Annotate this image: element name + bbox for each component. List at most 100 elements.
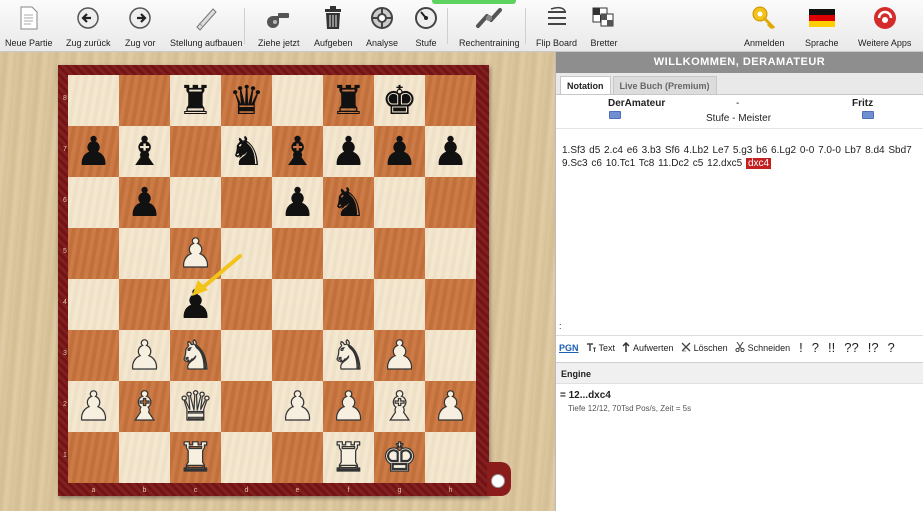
text-button[interactable]: Text: [586, 342, 615, 354]
white-pawn-icon[interactable]: ♟: [381, 335, 418, 376]
square-g3[interactable]: ♟: [374, 330, 425, 381]
move-forward-button[interactable]: Zug vor: [125, 4, 156, 50]
square-b8[interactable]: [119, 75, 170, 126]
square-f2[interactable]: ♟: [323, 381, 374, 432]
square-b4[interactable]: [119, 279, 170, 330]
white-bishop-icon[interactable]: ♝: [381, 386, 418, 427]
square-f6[interactable]: ♞: [323, 177, 374, 228]
square-g6[interactable]: [374, 177, 425, 228]
square-b1[interactable]: [119, 432, 170, 483]
black-rook-icon[interactable]: ♜: [178, 81, 214, 121]
square-d1[interactable]: [221, 432, 272, 483]
square-d2[interactable]: [221, 381, 272, 432]
square-h7[interactable]: ♟: [425, 126, 476, 177]
black-pawn-icon[interactable]: ♟: [433, 132, 469, 172]
square-b5[interactable]: [119, 228, 170, 279]
black-pawn-icon[interactable]: ♟: [382, 132, 418, 172]
move-text[interactable]: 1.Sf3 d5 2.c4 e6 3.b3 Sf6 4.Lb2 Le7 5.g3…: [562, 145, 912, 169]
square-a1[interactable]: [68, 432, 119, 483]
black-pawn-icon[interactable]: ♟: [127, 183, 163, 223]
flip-board-button[interactable]: Flip Board: [536, 4, 577, 50]
chess-board[interactable]: ♜ ♛ ♜ ♚ ♟ ♝ ♞ ♝ ♟ ♟ ♟ ♟ ♟ ♞ ♟ ♟ ♟ ♞ ♞ ♟ ♟ ♝ ♛ ♟ ♟ ♝ ♟ ♜ ♜ ♚: [68, 75, 476, 483]
annotate-interesting[interactable]: !?: [868, 340, 879, 355]
white-pawn-icon[interactable]: ♟: [432, 386, 469, 427]
square-a6[interactable]: [68, 177, 119, 228]
login-button[interactable]: Anmelden: [744, 4, 785, 50]
more-apps-button[interactable]: Weitere Apps: [858, 4, 911, 50]
square-c7[interactable]: [170, 126, 221, 177]
black-pawn-icon[interactable]: ♟: [280, 183, 316, 223]
white-pawn-icon[interactable]: ♟: [330, 386, 367, 427]
annotate-good[interactable]: !: [799, 340, 803, 355]
white-knight-icon[interactable]: ♞: [330, 335, 367, 376]
square-h8[interactable]: [425, 75, 476, 126]
square-a3[interactable]: [68, 330, 119, 381]
square-g1[interactable]: ♚: [374, 432, 425, 483]
level-button[interactable]: Stufe: [412, 4, 440, 50]
square-b7[interactable]: ♝: [119, 126, 170, 177]
square-a2[interactable]: ♟: [68, 381, 119, 432]
square-c8[interactable]: ♜: [170, 75, 221, 126]
square-e8[interactable]: [272, 75, 323, 126]
tab-live-book[interactable]: Live Buch (Premium): [612, 76, 717, 94]
square-f8[interactable]: ♜: [323, 75, 374, 126]
move-now-button[interactable]: Ziehe jetzt: [258, 4, 300, 50]
annotate-blunder[interactable]: ??: [844, 340, 858, 355]
square-a4[interactable]: [68, 279, 119, 330]
square-c2[interactable]: ♛: [170, 381, 221, 432]
square-h6[interactable]: [425, 177, 476, 228]
white-pawn-icon[interactable]: ♟: [75, 386, 112, 427]
white-queen-icon[interactable]: ♛: [177, 386, 214, 427]
black-king-icon[interactable]: ♚: [382, 81, 418, 121]
move-back-button[interactable]: Zug zurück: [66, 4, 111, 50]
black-bishop-icon[interactable]: ♝: [127, 132, 163, 172]
black-pawn-icon[interactable]: ♟: [331, 132, 367, 172]
square-b3[interactable]: ♟: [119, 330, 170, 381]
black-knight-icon[interactable]: ♞: [331, 183, 367, 223]
square-d7[interactable]: ♞: [221, 126, 272, 177]
black-rook-icon[interactable]: ♜: [331, 81, 367, 121]
square-e7[interactable]: ♝: [272, 126, 323, 177]
annotate-dubious[interactable]: ?: [888, 340, 895, 355]
square-c1[interactable]: ♜: [170, 432, 221, 483]
annotate-mistake[interactable]: ?: [812, 340, 819, 355]
square-g8[interactable]: ♚: [374, 75, 425, 126]
square-e6[interactable]: ♟: [272, 177, 323, 228]
delete-button[interactable]: Löschen: [681, 342, 728, 354]
white-rook-icon[interactable]: ♜: [177, 437, 214, 478]
move-list[interactable]: 1.Sf3 d5 2.c4 e6 3.b3 Sf6 4.Lb2 Le7 5.g3…: [562, 144, 918, 170]
tab-notation[interactable]: Notation: [560, 76, 611, 94]
square-g2[interactable]: ♝: [374, 381, 425, 432]
square-e2[interactable]: ♟: [272, 381, 323, 432]
square-h5[interactable]: [425, 228, 476, 279]
annotate-brilliant[interactable]: !!: [828, 340, 835, 355]
calc-training-button[interactable]: Rechentraining: [459, 4, 520, 50]
analysis-button[interactable]: Analyse: [366, 4, 398, 50]
square-h2[interactable]: ♟: [425, 381, 476, 432]
square-c6[interactable]: [170, 177, 221, 228]
square-g5[interactable]: [374, 228, 425, 279]
square-e3[interactable]: [272, 330, 323, 381]
white-pawn-icon[interactable]: ♟: [126, 335, 163, 376]
black-queen-icon[interactable]: ♛: [229, 81, 265, 121]
setup-position-button[interactable]: Stellung aufbauen: [170, 4, 243, 50]
square-d3[interactable]: [221, 330, 272, 381]
black-knight-icon[interactable]: ♞: [229, 132, 265, 172]
square-f1[interactable]: ♜: [323, 432, 374, 483]
resign-button[interactable]: Aufgeben: [314, 4, 353, 50]
black-pawn-icon[interactable]: ♟: [76, 132, 112, 172]
boards-button[interactable]: Bretter: [590, 4, 618, 50]
square-f7[interactable]: ♟: [323, 126, 374, 177]
square-h4[interactable]: [425, 279, 476, 330]
square-b2[interactable]: ♝: [119, 381, 170, 432]
square-f3[interactable]: ♞: [323, 330, 374, 381]
square-a8[interactable]: [68, 75, 119, 126]
square-h3[interactable]: [425, 330, 476, 381]
square-c3[interactable]: ♞: [170, 330, 221, 381]
new-game-button[interactable]: Neue Partie: [5, 4, 53, 50]
promote-button[interactable]: Aufwerten: [622, 341, 674, 354]
square-f4[interactable]: [323, 279, 374, 330]
square-e5[interactable]: [272, 228, 323, 279]
square-e4[interactable]: [272, 279, 323, 330]
square-f5[interactable]: [323, 228, 374, 279]
